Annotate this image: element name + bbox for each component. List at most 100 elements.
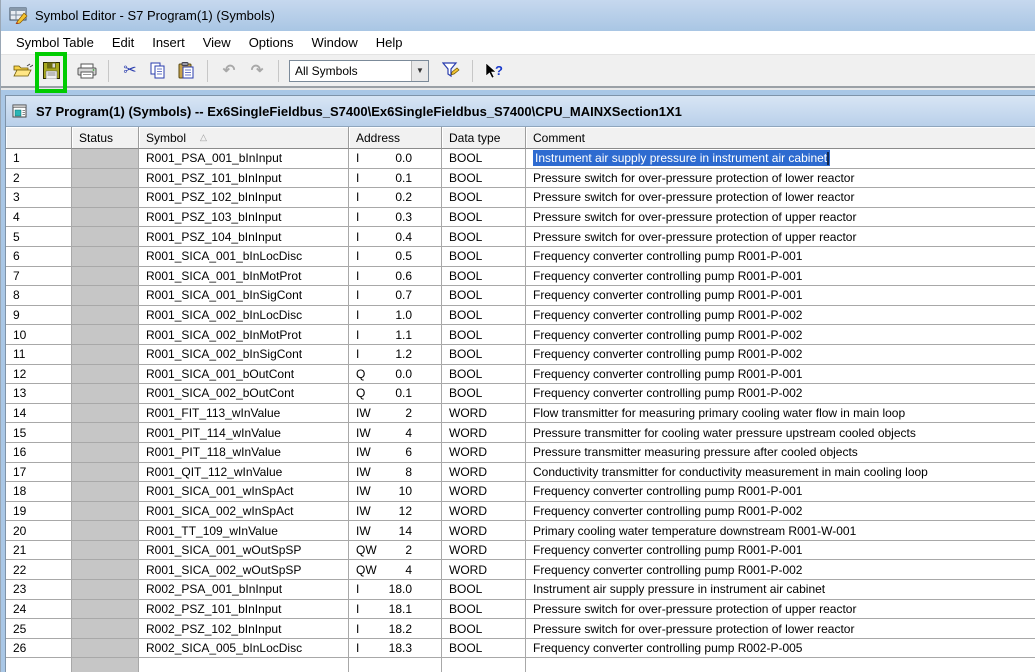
combobox-dropdown-button[interactable]: ▼: [411, 61, 428, 81]
cell-address[interactable]: I0.5: [349, 247, 442, 267]
cell-data-type[interactable]: BOOL: [442, 149, 526, 169]
cell-row-number[interactable]: 20: [6, 521, 72, 541]
cell-address[interactable]: I0.2: [349, 188, 442, 208]
cell-data-type[interactable]: BOOL: [442, 208, 526, 228]
cell-row-number[interactable]: 3: [6, 188, 72, 208]
cell-address[interactable]: QW2: [349, 541, 442, 561]
cell-symbol[interactable]: R001_SICA_002_bInLocDisc: [139, 306, 349, 326]
cell-data-type[interactable]: WORD: [442, 443, 526, 463]
cell-address[interactable]: IW4: [349, 423, 442, 443]
cell-comment[interactable]: Pressure switch for over-pressure protec…: [526, 227, 1035, 247]
cell-symbol[interactable]: R001_SICA_001_bInLocDisc: [139, 247, 349, 267]
cell-row-number[interactable]: 1: [6, 149, 72, 169]
cell-comment[interactable]: Frequency converter controlling pump R00…: [526, 541, 1035, 561]
cell-address[interactable]: I0.7: [349, 286, 442, 306]
menu-edit[interactable]: Edit: [103, 32, 143, 53]
cell-address[interactable]: IW12: [349, 502, 442, 522]
cell-row-number[interactable]: 6: [6, 247, 72, 267]
cell-symbol[interactable]: R001_PIT_114_wInValue: [139, 423, 349, 443]
cell-address[interactable]: QW4: [349, 560, 442, 580]
cell-row-number[interactable]: 16: [6, 443, 72, 463]
cell-row-number[interactable]: 22: [6, 560, 72, 580]
cell-address[interactable]: Q0.0: [349, 365, 442, 385]
redo-button[interactable]: ↷: [244, 59, 270, 83]
cell-address[interactable]: I18.1: [349, 600, 442, 620]
menu-window[interactable]: Window: [303, 32, 367, 53]
menu-symbol-table[interactable]: Symbol Table: [7, 32, 103, 53]
cell-row-number[interactable]: 25: [6, 619, 72, 639]
cell-address[interactable]: IW10: [349, 482, 442, 502]
cell-row-number[interactable]: 7: [6, 267, 72, 287]
menu-view[interactable]: View: [194, 32, 240, 53]
cell-symbol[interactable]: R001_PSZ_103_bInInput: [139, 208, 349, 228]
cell-comment[interactable]: Pressure switch for over-pressure protec…: [526, 169, 1035, 189]
cell-comment[interactable]: Instrument air supply pressure in instru…: [526, 149, 1035, 169]
cell-row-number[interactable]: 14: [6, 404, 72, 424]
cell-comment[interactable]: Pressure transmitter measuring pressure …: [526, 443, 1035, 463]
cell-symbol[interactable]: R001_TT_109_wInValue: [139, 521, 349, 541]
cell-symbol[interactable]: R001_QIT_112_wInValue: [139, 463, 349, 483]
cell-data-type[interactable]: WORD: [442, 404, 526, 424]
cell-comment[interactable]: Frequency converter controlling pump R00…: [526, 639, 1035, 659]
cell-data-type[interactable]: BOOL: [442, 169, 526, 189]
print-button[interactable]: [74, 59, 100, 83]
menu-insert[interactable]: Insert: [143, 32, 194, 53]
cell-symbol[interactable]: R001_SICA_001_bOutCont: [139, 365, 349, 385]
cell-data-type[interactable]: WORD: [442, 541, 526, 561]
cell-data-type[interactable]: WORD: [442, 521, 526, 541]
context-help-button[interactable]: ?: [481, 59, 507, 83]
cell-row-number[interactable]: 21: [6, 541, 72, 561]
cell-comment[interactable]: Frequency converter controlling pump R00…: [526, 306, 1035, 326]
cell-symbol[interactable]: R001_FIT_113_wInValue: [139, 404, 349, 424]
cell-comment[interactable]: Pressure switch for over-pressure protec…: [526, 619, 1035, 639]
cell-address[interactable]: I1.2: [349, 345, 442, 365]
cell-data-type[interactable]: BOOL: [442, 345, 526, 365]
cell-address[interactable]: I0.6: [349, 267, 442, 287]
cell-address[interactable]: I0.1: [349, 169, 442, 189]
cell-row-number[interactable]: 12: [6, 365, 72, 385]
header-data-type[interactable]: Data type: [442, 127, 526, 149]
cell-symbol[interactable]: R001_SICA_002_wOutSpSP: [139, 560, 349, 580]
menu-options[interactable]: Options: [240, 32, 303, 53]
cell-symbol[interactable]: R001_SICA_001_wOutSpSP: [139, 541, 349, 561]
cell-symbol[interactable]: R002_PSA_001_bInInput: [139, 580, 349, 600]
cell-data-type[interactable]: WORD: [442, 482, 526, 502]
cell-symbol[interactable]: R001_SICA_002_wInSpAct: [139, 502, 349, 522]
cell-data-type[interactable]: BOOL: [442, 247, 526, 267]
header-status[interactable]: Status: [72, 127, 139, 149]
cell-address[interactable]: I18.3: [349, 639, 442, 659]
cell-address[interactable]: I1.1: [349, 325, 442, 345]
cell-comment[interactable]: Frequency converter controlling pump R00…: [526, 502, 1035, 522]
menu-help[interactable]: Help: [367, 32, 412, 53]
cell-symbol[interactable]: R001_SICA_002_bInMotProt: [139, 325, 349, 345]
cell-row-number[interactable]: 18: [6, 482, 72, 502]
document-caption[interactable]: S7 Program(1) (Symbols) -- Ex6SingleFiel…: [6, 96, 1035, 127]
cell-data-type[interactable]: BOOL: [442, 188, 526, 208]
cell-row-number[interactable]: 15: [6, 423, 72, 443]
cell-data-type[interactable]: BOOL: [442, 286, 526, 306]
cell-comment[interactable]: Conductivity transmitter for conductivit…: [526, 463, 1035, 483]
copy-button[interactable]: [145, 59, 171, 83]
open-button[interactable]: [10, 59, 36, 83]
cell-data-type[interactable]: WORD: [442, 423, 526, 443]
cell-data-type[interactable]: BOOL: [442, 639, 526, 659]
cell-data-type[interactable]: BOOL: [442, 600, 526, 620]
cell-data-type[interactable]: BOOL: [442, 227, 526, 247]
cell-comment[interactable]: Frequency converter controlling pump R00…: [526, 345, 1035, 365]
cell-row-number[interactable]: 26: [6, 639, 72, 659]
paste-button[interactable]: [173, 59, 199, 83]
cell-symbol[interactable]: R001_SICA_002_bOutCont: [139, 384, 349, 404]
cell-row-number[interactable]: 8: [6, 286, 72, 306]
header-row-number[interactable]: [6, 127, 72, 149]
cell-symbol[interactable]: R001_SICA_001_bInMotProt: [139, 267, 349, 287]
cell-symbol[interactable]: R001_SICA_002_bInSigCont: [139, 345, 349, 365]
cell-data-type[interactable]: BOOL: [442, 267, 526, 287]
cell-address[interactable]: IW14: [349, 521, 442, 541]
cell-comment[interactable]: Primary cooling water temperature downst…: [526, 521, 1035, 541]
cell-comment[interactable]: Frequency converter controlling pump R00…: [526, 384, 1035, 404]
filter-button[interactable]: [438, 59, 464, 83]
cell-address[interactable]: IW6: [349, 443, 442, 463]
cell-row-number[interactable]: 11: [6, 345, 72, 365]
cell-data-type[interactable]: BOOL: [442, 619, 526, 639]
cell-row-number[interactable]: 24: [6, 600, 72, 620]
